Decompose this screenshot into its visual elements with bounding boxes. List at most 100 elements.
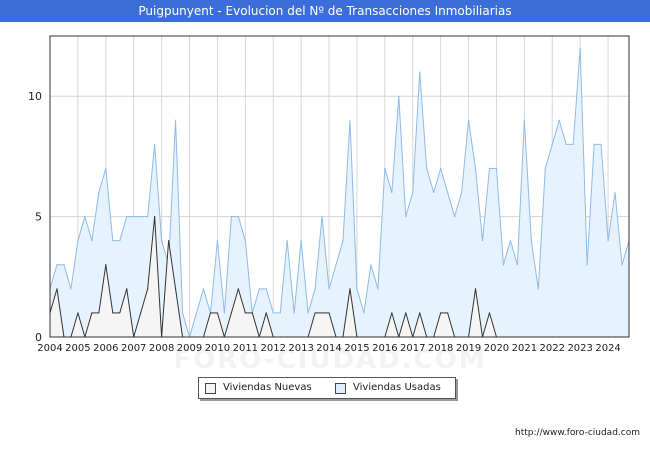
nuevas-point xyxy=(488,312,491,314)
usadas-point xyxy=(467,119,470,121)
usadas-point xyxy=(300,240,302,242)
usadas-point xyxy=(558,119,560,121)
usadas-point xyxy=(370,264,372,266)
usadas-point xyxy=(349,119,351,121)
usadas-point xyxy=(237,216,239,218)
usadas-point xyxy=(342,240,344,242)
nuevas-point xyxy=(349,288,351,290)
nuevas-point xyxy=(321,312,323,314)
x-tick-label: 2015 xyxy=(344,343,369,354)
usadas-point xyxy=(174,119,177,121)
y-tick-label: 10 xyxy=(28,90,42,103)
x-tick-label: 2009 xyxy=(177,343,202,354)
x-tick-label: 2008 xyxy=(149,343,174,354)
usadas-point xyxy=(621,264,623,266)
usadas-point xyxy=(321,216,323,218)
usadas-point xyxy=(460,191,463,194)
usadas-point xyxy=(530,240,532,242)
usadas-point xyxy=(181,312,184,314)
nuevas-point xyxy=(244,312,246,314)
nuevas-point xyxy=(119,312,121,314)
usadas-point xyxy=(384,167,386,170)
nuevas-point xyxy=(216,312,219,314)
usadas-point xyxy=(77,240,79,242)
usadas-point xyxy=(572,143,574,145)
usadas-point xyxy=(481,240,484,242)
y-tick-label: 0 xyxy=(35,331,42,344)
nuevas-point xyxy=(126,288,128,290)
usadas-point xyxy=(112,240,114,242)
usadas-point xyxy=(216,240,219,242)
usadas-point xyxy=(440,167,442,170)
usadas-point xyxy=(426,167,428,170)
x-tick-label: 2011 xyxy=(233,343,258,354)
usadas-point xyxy=(307,312,309,314)
usadas-point xyxy=(544,167,546,170)
nuevas-point xyxy=(112,312,114,314)
x-tick-label: 2018 xyxy=(428,343,453,354)
legend-label-nuevas: Viviendas Nuevas xyxy=(223,382,312,393)
series-viviendas-usadas xyxy=(49,47,630,338)
usadas-point xyxy=(454,216,456,218)
usadas-point xyxy=(509,240,512,242)
usadas-point xyxy=(258,288,260,290)
nuevas-point xyxy=(440,312,442,314)
usadas-point xyxy=(412,191,414,194)
usadas-point xyxy=(363,312,365,314)
usadas-point xyxy=(154,143,156,145)
usadas-point xyxy=(579,47,581,49)
x-tick-label: 2024 xyxy=(595,343,620,354)
usadas-point xyxy=(70,288,72,290)
usadas-point xyxy=(91,240,93,242)
x-tick-label: 2017 xyxy=(400,343,425,354)
usadas-point xyxy=(419,71,421,73)
usadas-point xyxy=(126,216,128,218)
usadas-point xyxy=(551,143,553,145)
usadas-point xyxy=(433,191,435,194)
x-tick-label: 2004 xyxy=(37,343,62,354)
legend-label-usadas: Viviendas Usadas xyxy=(353,382,441,393)
usadas-point xyxy=(133,216,135,218)
x-tick-label: 2021 xyxy=(512,343,537,354)
usadas-point xyxy=(195,312,198,314)
usadas-point xyxy=(516,264,518,266)
x-tick-label: 2022 xyxy=(540,343,565,354)
nuevas-point xyxy=(230,312,232,314)
x-tick-label: 2019 xyxy=(456,343,481,354)
usadas-point xyxy=(405,216,407,218)
nuevas-point xyxy=(77,312,79,314)
usadas-point xyxy=(447,191,449,194)
usadas-point xyxy=(488,167,491,170)
usadas-point xyxy=(293,312,295,314)
nuevas-point xyxy=(419,312,421,314)
x-tick-label: 2010 xyxy=(205,343,230,354)
usadas-point xyxy=(98,191,100,194)
x-tick-label: 2006 xyxy=(93,343,118,354)
nuevas-point xyxy=(167,240,170,242)
nuevas-point xyxy=(265,312,267,314)
usadas-point xyxy=(377,288,379,290)
legend: Viviendas Nuevas Viviendas Usadas xyxy=(198,377,456,399)
usadas-point xyxy=(244,240,246,242)
y-tick-label: 5 xyxy=(35,211,42,224)
usadas-point xyxy=(335,264,337,266)
usadas-point xyxy=(356,288,358,290)
usadas-point xyxy=(328,288,330,290)
usadas-point xyxy=(140,216,142,218)
usadas-point xyxy=(537,288,539,290)
usadas-point xyxy=(272,312,274,314)
chart-title: Puigpunyent - Evolucion del Nº de Transa… xyxy=(0,0,650,22)
usadas-point xyxy=(161,240,163,242)
nuevas-point xyxy=(391,312,393,314)
source-url[interactable]: http://www.foro-ciudad.com xyxy=(515,428,640,438)
nuevas-point xyxy=(147,288,149,290)
nuevas-point xyxy=(140,312,142,314)
x-tick-label: 2005 xyxy=(65,343,90,354)
chart-window: Puigpunyent - Evolucion del Nº de Transa… xyxy=(0,0,650,450)
nuevas-point xyxy=(105,264,107,266)
nuevas-point xyxy=(174,288,177,290)
nuevas-point xyxy=(447,312,449,314)
usadas-point xyxy=(391,191,393,194)
usadas-point xyxy=(119,240,121,242)
x-tick-label: 2007 xyxy=(121,343,146,354)
